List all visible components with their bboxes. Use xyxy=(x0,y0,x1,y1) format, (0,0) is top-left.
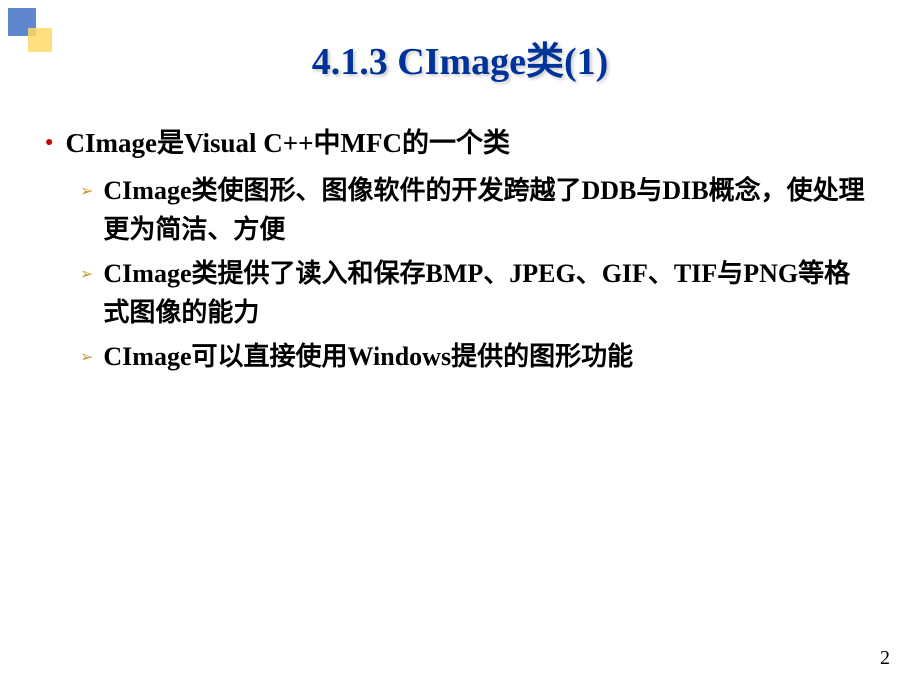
slide-title: 4.1.3 CImage类(1) xyxy=(0,0,920,105)
main-bullet-text: CImage是Visual C++中MFC的一个类 xyxy=(65,125,510,163)
sub-bullet: ➢ CImage类提供了读入和保存BMP、JPEG、GIF、TIF与PNG等格式… xyxy=(80,254,875,332)
sub-bullet-text: CImage可以直接使用Windows提供的图形功能 xyxy=(103,337,633,376)
sub-bullet: ➢ CImage类使图形、图像软件的开发跨越了DDB与DIB概念，使处理更为简洁… xyxy=(80,171,875,249)
slide-content: ● CImage是Visual C++中MFC的一个类 ➢ CImage类使图形… xyxy=(0,105,920,401)
bullet-disc-icon: ● xyxy=(45,135,53,151)
chevron-right-icon: ➢ xyxy=(80,264,93,284)
sub-bullet-text: CImage类提供了读入和保存BMP、JPEG、GIF、TIF与PNG等格式图像… xyxy=(103,254,875,332)
corner-decoration xyxy=(0,0,60,60)
chevron-right-icon: ➢ xyxy=(80,347,93,367)
main-bullet: ● CImage是Visual C++中MFC的一个类 xyxy=(45,125,875,163)
sub-bullet: ➢ CImage可以直接使用Windows提供的图形功能 xyxy=(80,337,875,376)
chevron-right-icon: ➢ xyxy=(80,181,93,201)
page-number: 2 xyxy=(880,647,890,670)
sub-bullet-text: CImage类使图形、图像软件的开发跨越了DDB与DIB概念，使处理更为简洁、方… xyxy=(103,171,875,249)
